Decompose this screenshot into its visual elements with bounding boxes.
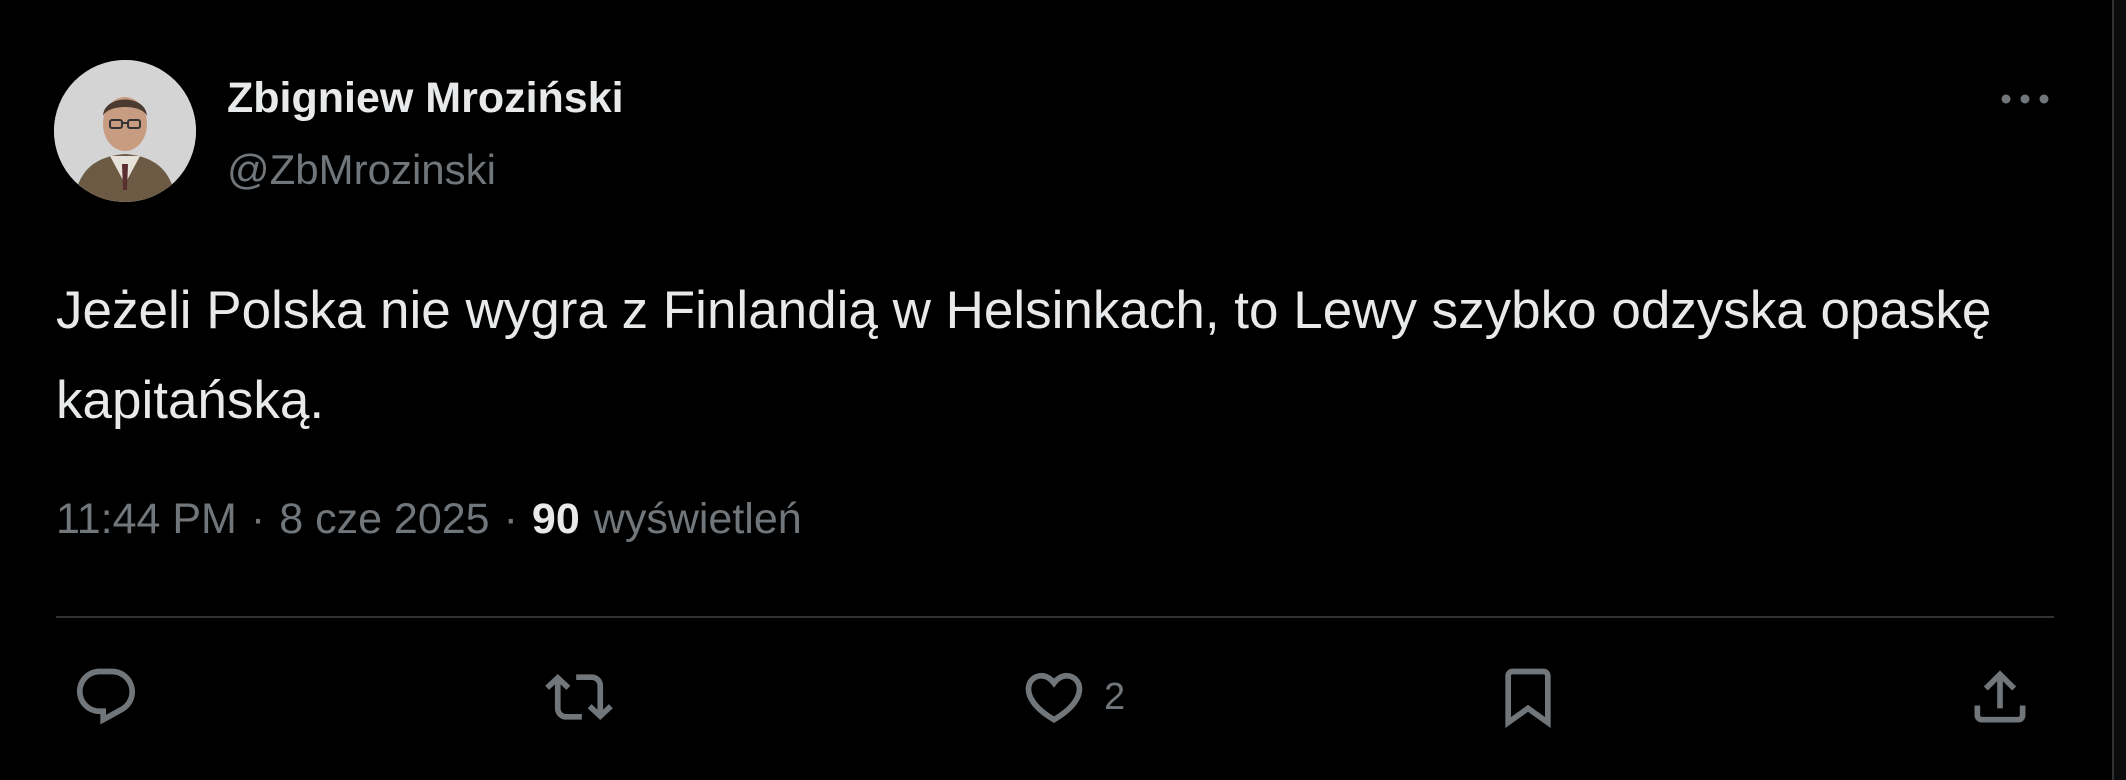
meta-separator: · [250, 495, 266, 543]
tweet-meta: 11:44 PM · 8 cze 2025 · 90 wyświetleń [56, 495, 802, 544]
views-label: wyświetleń [593, 495, 802, 543]
bookmark-icon [1505, 668, 1551, 728]
meta-separator: · [503, 495, 518, 543]
like-button[interactable]: 2 [1020, 660, 1125, 734]
reply-icon [76, 668, 136, 725]
tweet-text: Jeżeli Polska nie wygra z Finlandią w He… [56, 281, 1992, 430]
like-count: 2 [1104, 675, 1126, 718]
avatar[interactable] [54, 60, 196, 202]
views-count: 90 [531, 495, 580, 543]
scrollbar[interactable] [2112, 0, 2126, 780]
more-dots-icon [2001, 94, 2049, 104]
author-display-name[interactable]: Zbigniew Mroziński [227, 74, 624, 123]
tweet-date[interactable]: 8 cze 2025 [279, 495, 489, 544]
more-options-button[interactable] [1990, 74, 2060, 124]
author-handle[interactable]: @ZbMrozinski [227, 146, 496, 194]
share-icon [1974, 670, 2026, 723]
tweet-card: Zbigniew Mroziński @ZbMrozinski Jeżeli P… [0, 0, 2126, 780]
retweet-icon [545, 673, 613, 721]
tweet-time[interactable]: 11:44 PM [56, 495, 237, 544]
heart-icon [1025, 672, 1083, 723]
reply-button[interactable] [72, 660, 140, 734]
bookmark-button[interactable] [1494, 660, 1562, 734]
avatar-image [54, 60, 196, 202]
retweet-button[interactable] [545, 660, 613, 734]
divider [56, 616, 2054, 618]
share-button[interactable] [1966, 660, 2034, 734]
